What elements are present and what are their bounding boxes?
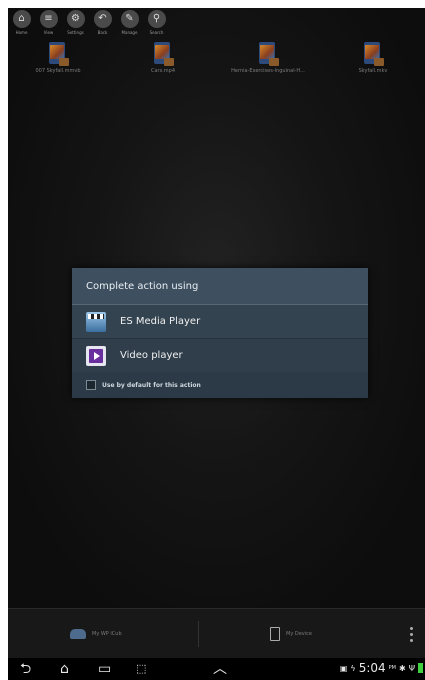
- status-area: ▣ ϟ 5:04 PM ✱ Ψ: [340, 661, 423, 675]
- toolbar-manage-button[interactable]: ✎ Manage: [118, 10, 141, 35]
- complete-action-dialog: Complete action using ES Media Player Vi…: [72, 268, 368, 398]
- video-file-icon: [152, 42, 174, 66]
- file-item[interactable]: Hernia-Exercises-Inguinal-H...: [218, 42, 318, 74]
- clock-ampm: PM: [388, 665, 396, 671]
- top-toolbar: ⌂ Home ≡ View ⚙ Settings ↶ Back ✎ Manage…: [10, 10, 168, 35]
- file-grid: 007 Skyfall.mmvb Cars.mp4 Hernia-Exercis…: [8, 42, 425, 92]
- up-arrow-icon[interactable]: ︿: [213, 660, 227, 678]
- tab-my-device[interactable]: My Device: [270, 609, 312, 659]
- settings-icon: ⚙: [66, 10, 85, 28]
- toolbar-search-button[interactable]: ⚲ Search: [145, 10, 168, 35]
- file-item[interactable]: Skyfall.mkv: [323, 42, 423, 74]
- option-label: ES Media Player: [120, 316, 201, 327]
- toolbar-home-button[interactable]: ⌂ Home: [10, 10, 33, 35]
- toolbar-manage-label: Manage: [121, 30, 138, 35]
- device-icon: [270, 627, 280, 641]
- toolbar-view-label: View: [43, 30, 54, 35]
- cloud-icon: [70, 629, 86, 639]
- video-player-icon: [86, 345, 106, 366]
- back-nav-icon[interactable]: ⮌: [20, 660, 31, 678]
- toolbar-search-label: Search: [149, 30, 164, 35]
- dialog-title: Complete action using: [72, 268, 368, 305]
- tab-my-cloud[interactable]: My WP iCub: [70, 609, 122, 659]
- option-video-player[interactable]: Video player: [72, 339, 368, 372]
- file-item[interactable]: 007 Skyfall.mmvb: [8, 42, 108, 74]
- file-name: Skyfall.mkv: [358, 68, 388, 74]
- toolbar-back-button[interactable]: ↶ Back: [91, 10, 114, 35]
- toolbar-back-label: Back: [97, 30, 108, 35]
- video-file-icon: [257, 42, 279, 66]
- toolbar-settings-label: Settings: [67, 30, 84, 35]
- es-media-player-icon: [86, 311, 106, 332]
- tab-my-cloud-label: My WP iCub: [92, 631, 122, 637]
- use-by-default-row: Use by default for this action: [72, 372, 368, 398]
- system-nav-bar: ⮌ ⌂ ▭ ⬚ ︿ ▣ ϟ 5:04 PM ✱ Ψ: [8, 658, 425, 680]
- file-name: 007 Skyfall.mmvb: [35, 68, 81, 74]
- bottom-tab-bar: My WP iCub My Device: [8, 608, 425, 659]
- file-name: Hernia-Exercises-Inguinal-H...: [231, 68, 305, 74]
- back-icon: ↶: [93, 10, 112, 28]
- gallery-icon: ▣: [339, 663, 348, 673]
- recent-apps-icon[interactable]: ▭: [98, 660, 111, 678]
- home-nav-icon[interactable]: ⌂: [60, 660, 69, 678]
- tab-divider: [198, 621, 199, 647]
- tab-my-device-label: My Device: [286, 631, 312, 637]
- battery-icon: [418, 663, 423, 673]
- file-item[interactable]: Cars.mp4: [113, 42, 213, 74]
- bluetooth-icon: ✱: [399, 663, 406, 673]
- toolbar-settings-button[interactable]: ⚙ Settings: [64, 10, 87, 35]
- use-by-default-checkbox[interactable]: [86, 380, 96, 390]
- clock-time: 5:04: [358, 661, 386, 675]
- file-name: Cars.mp4: [150, 68, 176, 74]
- device-screen: ⌂ Home ≡ View ⚙ Settings ↶ Back ✎ Manage…: [8, 8, 425, 680]
- use-by-default-label: Use by default for this action: [102, 381, 201, 389]
- home-icon: ⌂: [12, 10, 31, 28]
- manage-icon: ✎: [120, 10, 139, 28]
- option-es-media-player[interactable]: ES Media Player: [72, 305, 368, 339]
- wifi-icon: Ψ: [408, 663, 415, 673]
- video-file-icon: [47, 42, 69, 66]
- usb-icon: ϟ: [350, 663, 356, 673]
- option-label: Video player: [120, 350, 183, 361]
- video-file-icon: [362, 42, 384, 66]
- screenshot-icon[interactable]: ⬚: [136, 660, 146, 678]
- view-icon: ≡: [39, 10, 58, 28]
- overflow-menu-icon[interactable]: [410, 627, 413, 642]
- search-icon: ⚲: [147, 10, 166, 28]
- toolbar-home-label: Home: [15, 30, 28, 35]
- toolbar-view-button[interactable]: ≡ View: [37, 10, 60, 35]
